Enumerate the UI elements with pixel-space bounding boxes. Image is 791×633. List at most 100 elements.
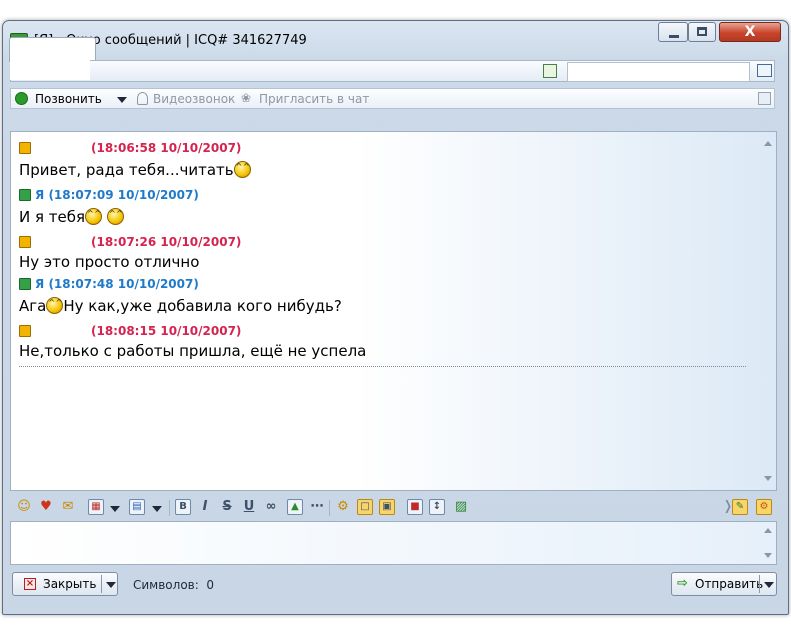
dropdown-arrow-icon[interactable] xyxy=(117,97,127,103)
message-body: Ага xyxy=(19,297,47,315)
message-text: Не,только с работы пришла, ещё не успела xyxy=(19,341,366,361)
message-header: (18:08:15 10/10/2007) xyxy=(19,323,241,339)
message-body: Ну это просто отлично xyxy=(19,253,200,271)
settings-gear-icon[interactable]: ⚙ xyxy=(756,499,772,515)
send-gift-icon[interactable]: ✉ xyxy=(60,499,76,515)
save-icon[interactable]: ▤ xyxy=(129,499,145,515)
message-body: Не,только с работы пришла, ещё не успела xyxy=(19,342,367,360)
contact-tab-redacted xyxy=(10,40,90,80)
contact-name-redacted xyxy=(35,236,89,248)
close-x-icon: × xyxy=(24,578,36,590)
char-counter: Символов: 0 xyxy=(133,578,214,592)
call-button[interactable]: Позвонить xyxy=(35,91,102,107)
message-author: Я xyxy=(35,188,45,202)
history-toggle-icon[interactable]: □ xyxy=(357,499,373,515)
link-icon[interactable]: ∞ xyxy=(263,499,279,515)
send-file-icon[interactable]: ■ xyxy=(407,499,423,515)
title-bar: [Я] - Окно сообщений | ICQ# 341627749 X xyxy=(3,21,788,55)
minimize-icon xyxy=(669,35,679,38)
close-button[interactable]: × Закрыть xyxy=(12,572,118,596)
char-counter-label: Символов: xyxy=(133,578,199,592)
scroll-up-icon[interactable] xyxy=(764,528,772,533)
separator xyxy=(329,500,330,516)
smiley-icon xyxy=(85,208,103,225)
message-text: Ну это просто отлично xyxy=(19,252,199,272)
contact-status-field[interactable] xyxy=(567,62,750,82)
contact-icon xyxy=(19,236,31,248)
strikethrough-button[interactable]: S xyxy=(219,499,235,515)
split-divider xyxy=(101,575,102,593)
files-toggle-icon[interactable]: ▣ xyxy=(379,499,395,515)
send-wakeup-icon[interactable]: ♥ xyxy=(38,499,54,515)
separator xyxy=(169,500,170,516)
scroll-down-icon[interactable] xyxy=(764,476,772,481)
history-scrollbar[interactable] xyxy=(760,132,776,490)
split-divider xyxy=(759,575,760,593)
message-header: Я (18:07:09 10/10/2007) xyxy=(19,187,199,203)
video-call-button[interactable]: Видеозвонок xyxy=(153,91,235,107)
message-body: И я тебя xyxy=(19,208,86,226)
message-header: Я (18:07:48 10/10/2007) xyxy=(19,276,199,292)
self-icon xyxy=(19,189,31,201)
message-body: Ну как,уже добавила кого нибудь? xyxy=(63,297,342,315)
invite-chat-button[interactable]: Пригласить в чат xyxy=(259,91,369,107)
minimize-button[interactable] xyxy=(658,22,688,42)
bold-button[interactable]: B xyxy=(175,499,191,515)
message-time: (18:07:48 10/10/2007) xyxy=(48,277,199,291)
folder-icon[interactable]: ▨ xyxy=(453,499,469,515)
contact-name-redacted xyxy=(35,142,89,154)
message-text: Ага Ну как,уже добавила кого нибудь? xyxy=(19,296,342,316)
send-arrow-icon: ⇨ xyxy=(677,576,688,591)
message-input[interactable] xyxy=(10,521,777,565)
close-button-label: Закрыть xyxy=(43,577,97,591)
message-time: (18:06:58 10/10/2007) xyxy=(91,141,242,155)
message-time: (18:08:15 10/10/2007) xyxy=(91,324,242,338)
scroll-up-icon[interactable] xyxy=(764,141,772,146)
send-button-label: Отправить xyxy=(695,577,764,591)
invite-icon: ❀ xyxy=(241,91,252,105)
message-time: (18:07:09 10/10/2007) xyxy=(48,188,199,202)
video-icon xyxy=(137,92,148,105)
smiley-icon xyxy=(233,161,251,178)
history-divider xyxy=(19,366,746,367)
message-header: (18:06:58 10/10/2007) xyxy=(19,140,241,156)
message-header: (18:07:26 10/10/2007) xyxy=(19,234,241,250)
close-icon: X xyxy=(744,24,756,40)
contact-tools-icon[interactable]: ⚙ xyxy=(335,499,351,515)
dropdown-arrow-icon[interactable] xyxy=(152,506,162,512)
dropdown-arrow-icon[interactable] xyxy=(110,506,120,512)
message-body: Привет, рада тебя...читать xyxy=(19,161,234,179)
more-icon[interactable]: ⋯ xyxy=(309,499,325,515)
contact-info-icon[interactable] xyxy=(543,64,557,78)
message-author: Я xyxy=(35,277,45,291)
edit-mode-icon[interactable]: ✎ xyxy=(732,499,748,515)
close-window-button[interactable]: X xyxy=(719,22,781,42)
contact-icon xyxy=(19,325,31,337)
message-text: Привет, рада тебя...читать xyxy=(19,160,251,180)
dropdown-arrow-icon[interactable] xyxy=(764,582,774,588)
message-history[interactable]: (18:06:58 10/10/2007) Привет, рада тебя.… xyxy=(10,131,777,491)
smiley-icon xyxy=(107,208,125,225)
input-scrollbar[interactable] xyxy=(760,522,776,564)
italic-button[interactable]: I xyxy=(197,499,213,515)
smiley-icon xyxy=(46,297,64,314)
dropdown-arrow-icon[interactable] xyxy=(106,582,116,588)
calendar-icon[interactable]: ▦ xyxy=(88,499,104,515)
self-icon xyxy=(19,278,31,290)
card-icon[interactable] xyxy=(757,64,772,77)
contact-name-redacted xyxy=(35,325,89,337)
phone-icon[interactable] xyxy=(15,92,28,105)
char-counter-value: 0 xyxy=(206,578,215,592)
maximize-icon xyxy=(697,27,707,36)
message-time: (18:07:26 10/10/2007) xyxy=(91,235,242,249)
contact-icon xyxy=(19,142,31,154)
fit-icon[interactable]: ↕ xyxy=(429,499,445,515)
scroll-down-icon[interactable] xyxy=(764,553,772,558)
smiley-picker-icon[interactable]: ☺ xyxy=(16,499,32,515)
insert-image-icon[interactable]: ▲ xyxy=(287,499,303,515)
maximize-button[interactable] xyxy=(688,22,716,42)
message-text: И я тебя xyxy=(19,207,125,227)
send-button[interactable]: ⇨ Отправить xyxy=(671,572,777,596)
underline-button[interactable]: U xyxy=(241,499,257,515)
collapse-icon[interactable] xyxy=(758,92,771,105)
